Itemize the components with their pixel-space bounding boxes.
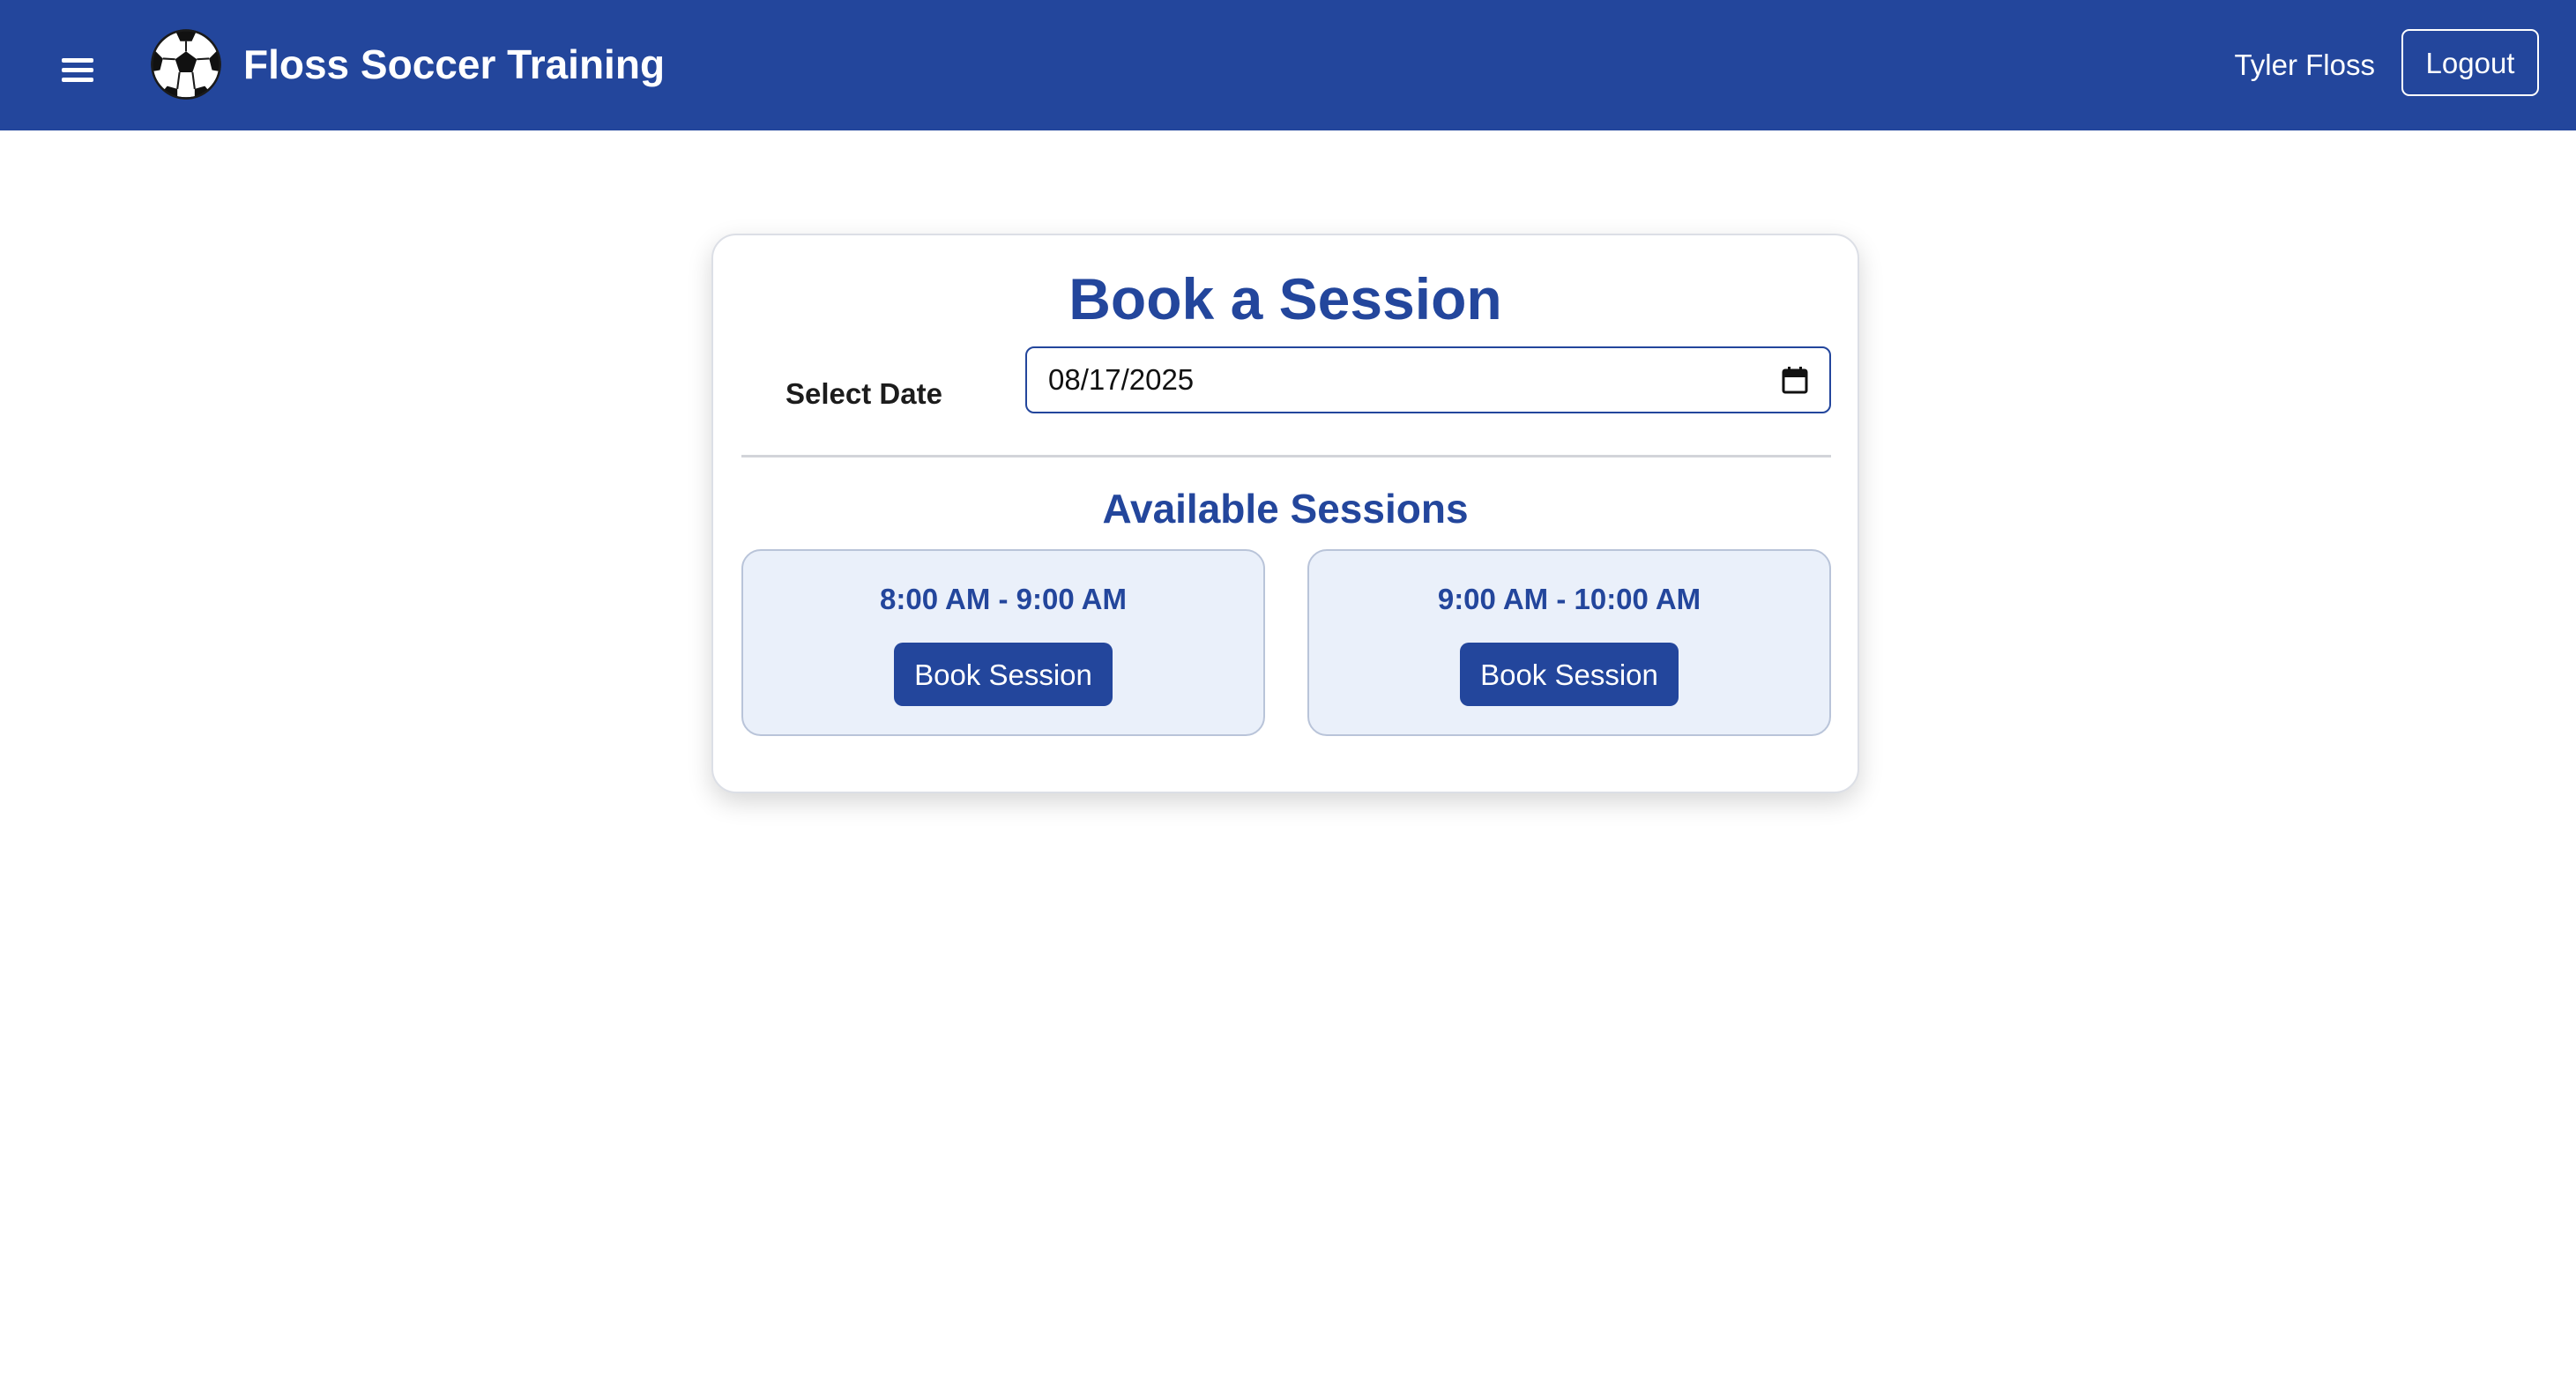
brand-title[interactable]: Floss Soccer Training <box>243 37 665 92</box>
session-time: 9:00 AM - 10:00 AM <box>1437 583 1701 615</box>
book-session-button[interactable]: Book Session <box>894 643 1113 706</box>
date-value: 08/17/2025 <box>1048 363 1195 396</box>
soccer-ball-icon <box>151 29 221 100</box>
available-sessions-heading: Available Sessions <box>1102 486 1469 532</box>
page-title: Book a Session <box>1068 266 1502 331</box>
session-time: 8:00 AM - 9:00 AM <box>880 583 1127 615</box>
logout-button[interactable]: Logout <box>2401 29 2539 96</box>
date-input[interactable]: 08/17/2025 <box>1025 346 1831 413</box>
hamburger-menu-icon[interactable] <box>56 51 99 86</box>
session-slot: 9:00 AM - 10:00 AM Book Session <box>1307 549 1831 736</box>
session-slot: 8:00 AM - 9:00 AM Book Session <box>741 549 1265 736</box>
select-date-label: Select Date <box>785 377 942 410</box>
book-session-button[interactable]: Book Session <box>1460 643 1679 706</box>
user-name: Tyler Floss <box>2234 48 2375 81</box>
top-navbar: Floss Soccer Training Tyler Floss Logout <box>0 0 2576 130</box>
calendar-icon[interactable] <box>1782 366 1808 394</box>
booking-card: Book a Session Select Date 08/17/2025 Av… <box>711 234 1859 793</box>
divider <box>741 455 1831 457</box>
